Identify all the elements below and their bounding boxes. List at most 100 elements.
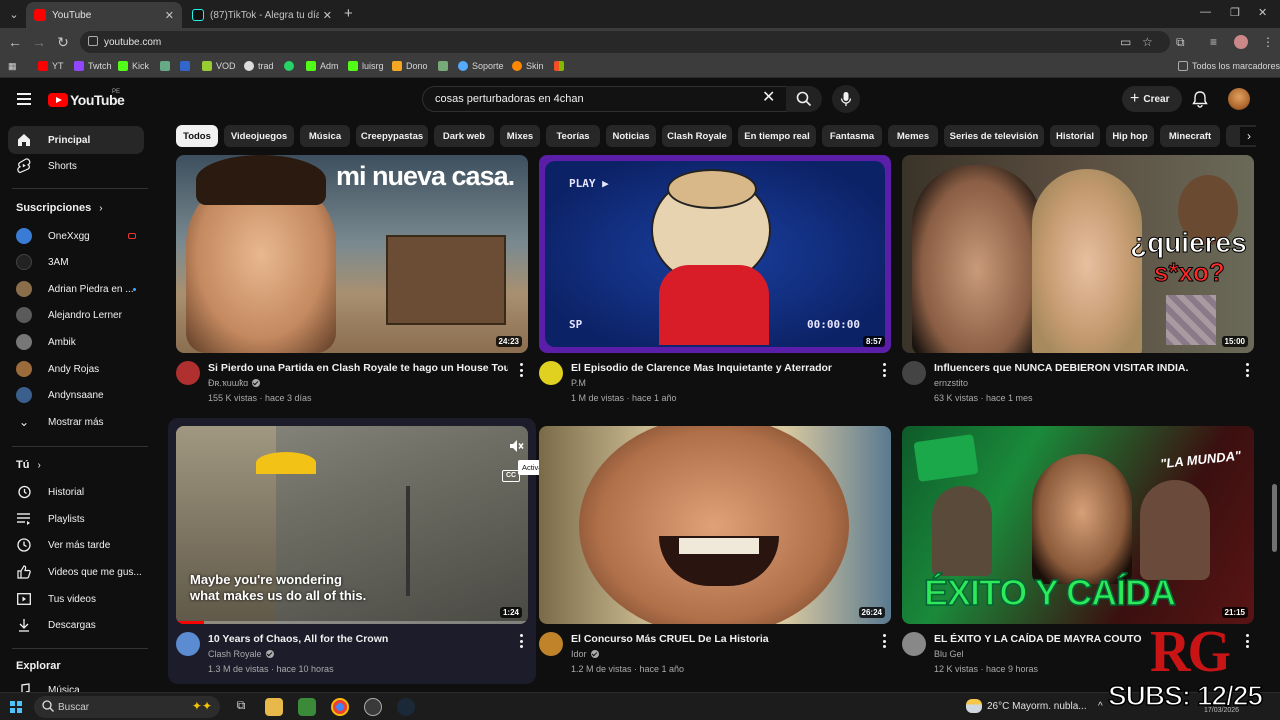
bookmark-luisrg[interactable]: luisrg: [348, 61, 384, 71]
chip[interactable]: Series de televisión: [944, 125, 1044, 147]
chip[interactable]: Historial: [1050, 125, 1100, 147]
video-title[interactable]: Si Pierdo una Partida en Clash Royale te…: [208, 362, 508, 374]
minimize-button[interactable]: —: [1200, 6, 1211, 18]
show-more-button[interactable]: ⌄ Mostrar más: [8, 408, 144, 436]
chip[interactable]: Clash Royale: [662, 125, 732, 147]
clear-search-icon[interactable]: ✕: [762, 90, 775, 106]
chip[interactable]: En tiempo real: [738, 125, 816, 147]
forward-button[interactable]: →: [30, 34, 48, 50]
video-card[interactable]: ¿quieres s*xo? 15:00 Influencers que NUN…: [902, 155, 1254, 411]
chip[interactable]: Hip hop: [1106, 125, 1154, 147]
bookmark-kick[interactable]: Kick: [118, 61, 149, 71]
bookmark-star-icon[interactable]: ☆: [1142, 35, 1153, 49]
more-actions-icon[interactable]: [1246, 363, 1250, 377]
chip[interactable]: Dark web: [434, 125, 494, 147]
apps-icon[interactable]: ▦: [8, 61, 17, 72]
taskbar-search[interactable]: Buscar ✦✦: [34, 696, 220, 718]
voice-search-button[interactable]: [832, 85, 860, 113]
new-tab-button[interactable]: +: [344, 5, 353, 22]
notifications-button[interactable]: [1192, 90, 1208, 113]
channel-name[interactable]: ernzstito: [934, 378, 968, 388]
chip[interactable]: Minecraft: [1160, 125, 1220, 147]
channel-name[interactable]: Idor: [571, 649, 599, 659]
all-bookmarks[interactable]: Todos los marcadores: [1178, 61, 1280, 71]
steam-icon[interactable]: [397, 698, 415, 716]
sidebar-item-downloads[interactable]: Descargas: [8, 611, 144, 639]
channel-avatar[interactable]: [176, 632, 200, 656]
weather-text[interactable]: 26°C Mayorm. nubla...: [987, 701, 1087, 712]
video-thumbnail[interactable]: "LA MUNDA" ÉXITO Y CAÍDA 21:15: [902, 426, 1254, 624]
chip[interactable]: Mixes: [500, 125, 540, 147]
channel-avatar[interactable]: [902, 361, 926, 385]
sidebar-item-subscription[interactable]: Adrian Piedra en ...: [8, 275, 144, 303]
channel-name[interactable]: Blu Gel: [934, 649, 964, 659]
more-actions-icon[interactable]: [520, 363, 524, 377]
chip[interactable]: Videojuegos: [224, 125, 294, 147]
menu-icon[interactable]: [17, 93, 31, 105]
chrome-icon[interactable]: [331, 698, 349, 716]
chip[interactable]: Memes: [888, 125, 938, 147]
tab-youtube[interactable]: YouTube ✕: [26, 2, 182, 28]
account-avatar[interactable]: [1228, 88, 1250, 110]
video-thumbnail[interactable]: mi nueva casa. 24:23: [176, 155, 528, 353]
tab-tiktok[interactable]: (87)TikTok - Alegra tu día ✕: [184, 2, 340, 28]
channel-name[interactable]: P.M: [571, 378, 586, 388]
sidebar-item-subscription[interactable]: Andynsaane: [8, 381, 144, 409]
bookmark-icon[interactable]: [180, 61, 194, 71]
sidebar-item-historial[interactable]: Historial: [8, 478, 144, 506]
more-actions-icon[interactable]: [1246, 634, 1250, 648]
video-preview-player[interactable]: CC Maybe you're wondering what makes us …: [176, 426, 528, 624]
bookmark-icon[interactable]: [438, 61, 452, 71]
tab-search-button[interactable]: ⌄: [4, 4, 24, 24]
you-heading[interactable]: Tú ›: [16, 459, 41, 471]
video-title[interactable]: El Concurso Más CRUEL De La Historia: [571, 633, 871, 645]
search-input[interactable]: cosas perturbadoras en 4chan: [422, 86, 788, 112]
minecraft-icon[interactable]: [298, 698, 316, 716]
chip[interactable]: Creepypastas: [356, 125, 428, 147]
create-button[interactable]: + Crear: [1122, 86, 1182, 112]
chip[interactable]: Todos: [176, 125, 218, 147]
cast-icon[interactable]: ▭: [1120, 35, 1131, 49]
file-explorer-icon[interactable]: [265, 698, 283, 716]
bookmark-yt[interactable]: YT: [38, 61, 64, 71]
sidebar-item-subscription[interactable]: Alejandro Lerner: [8, 301, 144, 329]
sidebar-item-subscription[interactable]: Ambik: [8, 328, 144, 356]
more-actions-icon[interactable]: [520, 634, 524, 648]
chevron-up-icon[interactable]: ^: [1098, 701, 1103, 712]
sidebar-item-playlists[interactable]: Playlists: [8, 505, 144, 533]
close-icon[interactable]: ✕: [323, 9, 332, 22]
extensions-icon[interactable]: ⧉: [1176, 35, 1185, 50]
bookmark-vod[interactable]: VOD: [202, 61, 236, 71]
video-card[interactable]: CC Maybe you're wondering what makes us …: [176, 426, 574, 678]
bookmark-trad[interactable]: trad: [244, 61, 274, 71]
reload-button[interactable]: ↻: [54, 34, 72, 50]
site-info-icon[interactable]: [88, 36, 98, 46]
address-bar[interactable]: youtube.com: [80, 31, 1170, 53]
window-close-button[interactable]: ✕: [1258, 6, 1267, 19]
video-card[interactable]: 26:24 El Concurso Más CRUEL De La Histor…: [539, 426, 891, 678]
bookmark-adm[interactable]: Adm: [306, 61, 339, 71]
video-title[interactable]: 10 Years of Chaos, All for the Crown: [208, 633, 508, 645]
mute-icon[interactable]: [508, 438, 524, 454]
chevron-right-icon[interactable]: ›: [1240, 127, 1258, 145]
bookmark-skin[interactable]: Skin: [512, 61, 544, 71]
video-card[interactable]: PLAY ▶ SP 00:00:00 8:57 El Episodio de C…: [539, 155, 891, 411]
sidebar-item-subscription[interactable]: 3AM: [8, 248, 144, 276]
chip[interactable]: Noticias: [606, 125, 656, 147]
video-card[interactable]: mi nueva casa. 24:23 Si Pierdo una Parti…: [176, 155, 528, 411]
browser-menu-icon[interactable]: ⋮: [1262, 35, 1274, 49]
bookmark-dono[interactable]: Dono: [392, 61, 428, 71]
sidebar-item-principal[interactable]: Principal: [8, 126, 144, 154]
scrollbar-thumb[interactable]: [1272, 484, 1277, 552]
sidebar-item-shorts[interactable]: Shorts: [8, 152, 144, 180]
windows-start-icon[interactable]: [10, 701, 22, 713]
video-thumbnail[interactable]: 26:24: [539, 426, 891, 624]
sidebar-item-subscription[interactable]: OneXxgg: [8, 222, 144, 250]
bookmark-twitch[interactable]: Twtch: [74, 61, 112, 71]
channel-avatar[interactable]: [902, 632, 926, 656]
sidebar-item-your-videos[interactable]: Tus videos: [8, 585, 144, 613]
progress-track[interactable]: [176, 621, 528, 624]
restore-button[interactable]: ❐: [1230, 6, 1240, 19]
subscriptions-heading[interactable]: Suscripciones ›: [16, 202, 103, 214]
video-thumbnail[interactable]: PLAY ▶ SP 00:00:00 8:57: [539, 155, 891, 353]
